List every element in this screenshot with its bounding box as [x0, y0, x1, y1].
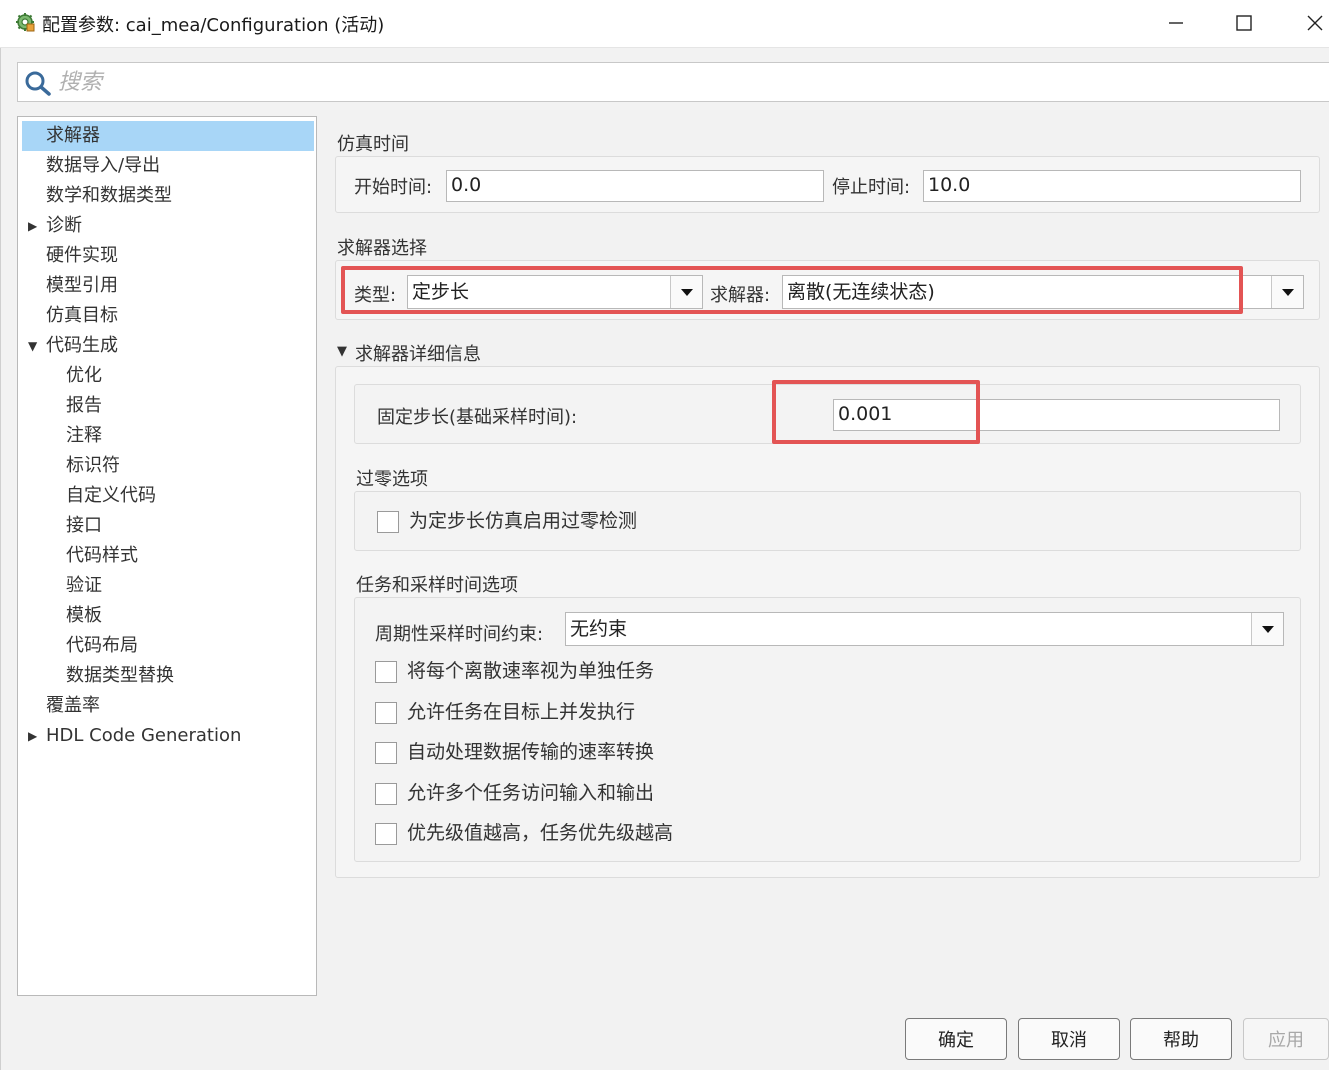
- category-tree: 求解器 数据导入/导出 数学和数据类型 ▶ 诊断 硬件实现 模型引用 仿真目标 …: [17, 116, 317, 996]
- expand-arrow-icon[interactable]: ▶: [28, 721, 37, 751]
- tree-item-custom-code[interactable]: 自定义代码: [22, 481, 314, 511]
- checkbox[interactable]: [375, 783, 397, 805]
- tasking-group: 周期性采样时间约束: 无约束 将每个离散速率视为单独任务 允许任务在目标上并发执…: [354, 597, 1301, 862]
- solver-select-group: 类型: 定步长 求解器: 离散(无连续状态): [335, 260, 1320, 320]
- tree-item-solver[interactable]: 求解器: [22, 121, 314, 151]
- dropdown-arrow-icon[interactable]: [1271, 276, 1303, 308]
- solver-details-group: 固定步长(基础采样时间): 0.001 过零选项 为定步长仿真启用过零检测 任务…: [335, 366, 1320, 878]
- tree-item-templates[interactable]: 模板: [22, 601, 314, 631]
- periodic-constraint-dropdown[interactable]: 无约束: [565, 612, 1284, 646]
- window-title: 配置参数: cai_mea/Configuration (活动): [42, 15, 385, 36]
- tasking-title: 任务和采样时间选项: [356, 575, 518, 596]
- gear-model-icon: [16, 13, 35, 32]
- close-icon: [1307, 15, 1323, 31]
- dialog-body: 求解器 数据导入/导出 数学和数据类型 ▶ 诊断 硬件实现 模型引用 仿真目标 …: [0, 48, 1329, 1070]
- zero-crossing-title: 过零选项: [356, 469, 428, 490]
- periodic-constraint-label: 周期性采样时间约束:: [375, 624, 544, 645]
- search-box[interactable]: [17, 62, 1329, 102]
- tree-item-code-placement[interactable]: 代码布局: [22, 631, 314, 661]
- tree-item-sim-target[interactable]: 仿真目标: [22, 301, 314, 331]
- dropdown-arrow-icon[interactable]: [670, 276, 702, 308]
- cancel-button[interactable]: 取消: [1018, 1018, 1120, 1060]
- fixed-step-group: 固定步长(基础采样时间): 0.001: [354, 384, 1301, 444]
- tree-item-verification[interactable]: 验证: [22, 571, 314, 601]
- task-checkbox-row[interactable]: 允许多个任务访问输入和输出: [375, 781, 975, 807]
- tree-item-coverage[interactable]: 覆盖率: [22, 691, 314, 721]
- solver-details-title[interactable]: 求解器详细信息: [355, 340, 481, 366]
- search-input[interactable]: [58, 67, 958, 97]
- search-icon: [25, 71, 51, 96]
- start-time-label: 开始时间:: [354, 177, 433, 198]
- apply-button[interactable]: 应用: [1243, 1018, 1329, 1060]
- checkbox[interactable]: [375, 702, 397, 724]
- solver-select-title: 求解器选择: [337, 238, 427, 259]
- fixed-step-label: 固定步长(基础采样时间):: [377, 407, 578, 428]
- zero-crossing-checkbox-row[interactable]: 为定步长仿真启用过零检测: [377, 509, 977, 535]
- ok-button[interactable]: 确定: [905, 1018, 1007, 1060]
- maximize-button[interactable]: [1214, 0, 1274, 46]
- task-checkbox-row[interactable]: 优先级值越高，任务优先级越高: [375, 821, 975, 847]
- tree-item-code-generation[interactable]: ▼ 代码生成: [22, 331, 314, 361]
- tree-item-math-data-types[interactable]: 数学和数据类型: [22, 181, 314, 211]
- tree-item-report[interactable]: 报告: [22, 391, 314, 421]
- tree-item-diagnostics[interactable]: ▶ 诊断: [22, 211, 314, 241]
- dropdown-arrow-icon[interactable]: [1251, 613, 1283, 645]
- checkbox[interactable]: [375, 823, 397, 845]
- solver-label: 求解器:: [710, 285, 771, 306]
- tree-item-hdl-code-generation[interactable]: ▶ HDL Code Generation: [22, 721, 314, 751]
- title-bar: 配置参数: cai_mea/Configuration (活动): [0, 0, 1329, 48]
- solver-type-label: 类型:: [354, 285, 397, 306]
- stop-time-field[interactable]: 10.0: [923, 170, 1301, 202]
- tree-item-data-type-replacement[interactable]: 数据类型替换: [22, 661, 314, 691]
- expand-arrow-icon[interactable]: ▶: [28, 211, 37, 241]
- checkbox[interactable]: [375, 661, 397, 683]
- start-time-field[interactable]: 0.0: [446, 170, 824, 202]
- task-checkbox-row[interactable]: 将每个离散速率视为单独任务: [375, 659, 975, 685]
- solver-type-dropdown[interactable]: 定步长: [407, 275, 703, 309]
- checkbox[interactable]: [375, 742, 397, 764]
- collapse-arrow-icon[interactable]: ▼: [28, 331, 37, 361]
- zero-crossing-group: 为定步长仿真启用过零检测: [354, 491, 1301, 551]
- sim-time-group: 开始时间: 0.0 停止时间: 10.0: [335, 156, 1320, 213]
- tree-item-identifiers[interactable]: 标识符: [22, 451, 314, 481]
- tree-item-optimization[interactable]: 优化: [22, 361, 314, 391]
- tree-item-model-reference[interactable]: 模型引用: [22, 271, 314, 301]
- zero-crossing-checkbox[interactable]: [377, 511, 399, 533]
- minimize-button[interactable]: [1146, 0, 1206, 46]
- sim-time-title: 仿真时间: [337, 134, 409, 155]
- task-checkbox-row[interactable]: 允许任务在目标上并发执行: [375, 700, 975, 726]
- stop-time-label: 停止时间:: [832, 177, 911, 198]
- tree-item-code-style[interactable]: 代码样式: [22, 541, 314, 571]
- help-button[interactable]: 帮助: [1130, 1018, 1232, 1060]
- task-checkbox-row[interactable]: 自动处理数据传输的速率转换: [375, 740, 975, 766]
- fixed-step-field[interactable]: 0.001: [833, 399, 1280, 431]
- solver-dropdown[interactable]: 离散(无连续状态): [782, 275, 1304, 309]
- tree-item-comments[interactable]: 注释: [22, 421, 314, 451]
- minimize-icon: [1169, 22, 1183, 24]
- collapse-arrow-icon[interactable]: ▼: [337, 344, 347, 359]
- tree-item-interface[interactable]: 接口: [22, 511, 314, 541]
- close-button[interactable]: [1285, 0, 1329, 46]
- tree-item-data-import-export[interactable]: 数据导入/导出: [22, 151, 314, 181]
- tree-item-hardware[interactable]: 硬件实现: [22, 241, 314, 271]
- maximize-icon: [1236, 15, 1252, 31]
